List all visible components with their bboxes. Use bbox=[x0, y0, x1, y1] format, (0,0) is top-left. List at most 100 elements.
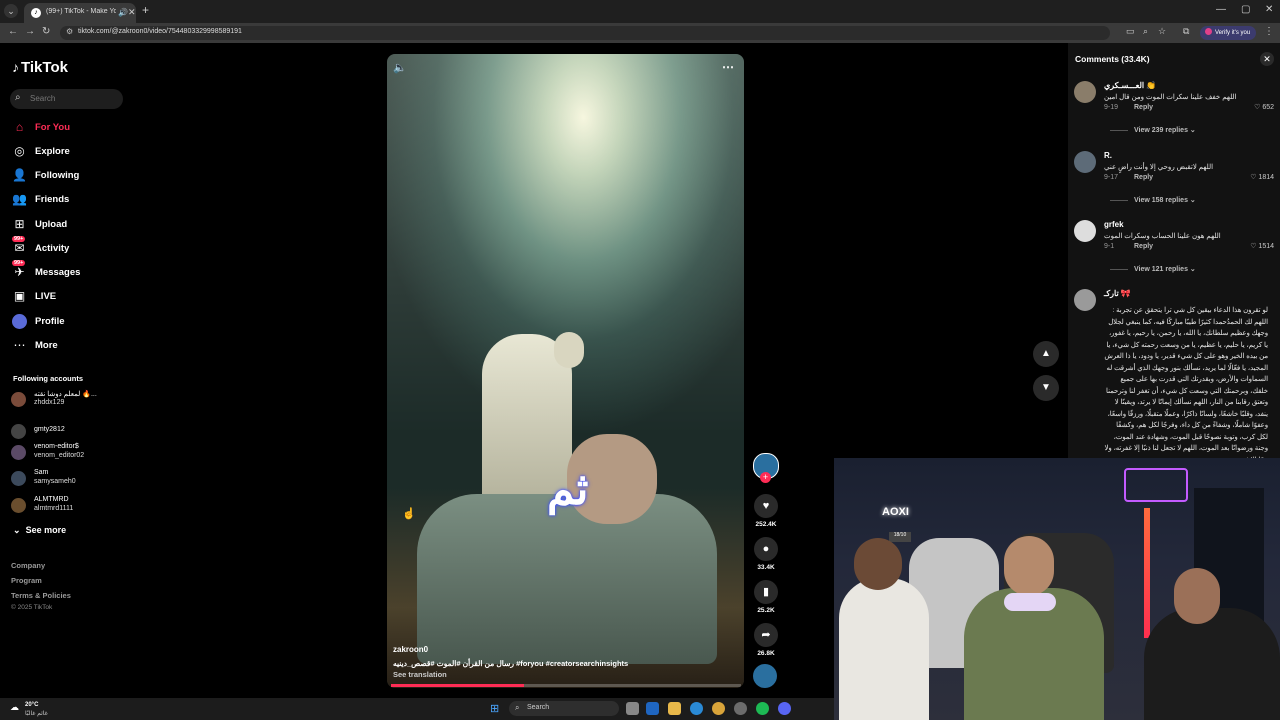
comment-username[interactable]: تاركـ 🎀 bbox=[1104, 289, 1131, 298]
reply-button[interactable]: Reply bbox=[1134, 174, 1153, 181]
zoom-icon[interactable]: ⌕ bbox=[1143, 26, 1148, 37]
tab-close-icon[interactable]: ✕ bbox=[128, 7, 136, 18]
close-icon[interactable]: ✕ bbox=[1260, 52, 1274, 66]
profile-avatar bbox=[12, 314, 27, 329]
view-replies-button[interactable]: View 121 replies ⌄ bbox=[1110, 265, 1196, 273]
avatar bbox=[11, 498, 26, 513]
following-account[interactable]: venom-editor$ venom_editor02 bbox=[11, 442, 141, 464]
video-author[interactable]: zakroon0 bbox=[393, 645, 428, 654]
avatar[interactable] bbox=[1074, 289, 1096, 311]
footer-link-terms[interactable]: Terms & Policies bbox=[11, 591, 71, 600]
nav-live[interactable]: ▣ LIVE bbox=[12, 288, 142, 306]
nav-upload[interactable]: ⊞ Upload bbox=[12, 216, 142, 234]
window-close-icon[interactable]: ✕ bbox=[1265, 4, 1273, 15]
site-info-icon[interactable]: ⚙ bbox=[66, 27, 73, 36]
edge-icon[interactable] bbox=[690, 702, 703, 715]
search-input[interactable]: ⌕ Search bbox=[10, 89, 123, 109]
video-player[interactable]: 🔈 ⋯ ثم zakroon0 رسال من القرأن #الموت #ق… bbox=[387, 54, 744, 688]
nav-following[interactable]: 👤 Following bbox=[12, 167, 142, 185]
view-replies-button[interactable]: View 158 replies ⌄ bbox=[1110, 196, 1196, 204]
previous-video-button[interactable]: ▲ bbox=[1033, 341, 1059, 367]
comment-date: 9-1 bbox=[1104, 243, 1115, 250]
windows-taskbar: ☁ 20°C غائم غالبًا ⊞ ⌕ Search bbox=[0, 698, 834, 720]
reply-button[interactable]: Reply bbox=[1134, 104, 1153, 111]
extensions-icon[interactable]: ⧉ bbox=[1183, 26, 1189, 37]
task-view-icon[interactable] bbox=[626, 702, 639, 715]
volume-icon[interactable]: 🔈 bbox=[393, 61, 407, 74]
video-progress-bar[interactable] bbox=[391, 684, 741, 687]
verify-profile-button[interactable]: Verify it's you bbox=[1200, 26, 1256, 40]
account-handle: zhddx129 bbox=[34, 399, 65, 406]
comment-username[interactable]: العـــسـكري 👏 bbox=[1104, 81, 1156, 90]
tab-list-icon[interactable]: ⌄ bbox=[4, 4, 18, 18]
install-app-icon[interactable]: ▭ bbox=[1126, 26, 1135, 37]
save-button[interactable]: ▮ 25.2K bbox=[752, 580, 780, 614]
outlook-icon[interactable] bbox=[646, 702, 659, 715]
nav-for-you[interactable]: ⌂ For You bbox=[12, 119, 142, 137]
tab-audio-icon[interactable]: 🔊 bbox=[118, 8, 128, 17]
tiktok-logo[interactable]: ♪ TikTok bbox=[12, 59, 68, 76]
nav-label: Explore bbox=[35, 146, 70, 157]
bookmark-star-icon[interactable]: ☆ bbox=[1158, 26, 1166, 37]
view-replies-button[interactable]: View 239 replies ⌄ bbox=[1110, 126, 1196, 134]
minimize-icon[interactable]: — bbox=[1216, 4, 1226, 15]
comment-button[interactable]: ● 33.4K bbox=[752, 537, 780, 571]
comment-like-button[interactable]: ♡ 652 bbox=[1254, 103, 1274, 111]
see-more-button[interactable]: ⌄ See more bbox=[13, 525, 66, 536]
address-bar-row: ← → ↻ ⚙ tiktok.com/@zakroon0/video/75448… bbox=[0, 23, 1280, 43]
reply-button[interactable]: Reply bbox=[1134, 243, 1153, 250]
following-account[interactable]: ALMTMRD almtmrd1111 bbox=[11, 495, 141, 517]
share-button[interactable]: ➦ 26.8K bbox=[752, 623, 780, 657]
comment-like-count: 652 bbox=[1262, 104, 1274, 111]
nav-friends[interactable]: 👥 Friends bbox=[12, 191, 142, 209]
next-video-button[interactable]: ▼ bbox=[1033, 375, 1059, 401]
like-count: 252.4K bbox=[755, 521, 777, 528]
taskbar-search[interactable]: ⌕ Search bbox=[509, 701, 619, 716]
follow-plus-icon[interactable]: + bbox=[760, 472, 771, 483]
comment-text: اللهم هون علينا الحساب وسكرات الموت bbox=[1104, 233, 1221, 240]
start-icon[interactable]: ⊞ bbox=[490, 702, 499, 715]
nav-explore[interactable]: ◎ Explore bbox=[12, 143, 142, 161]
nav-profile[interactable]: Profile bbox=[12, 313, 142, 331]
url-text: tiktok.com/@zakroon0/video/7544803329998… bbox=[78, 28, 242, 35]
reload-icon[interactable]: ↻ bbox=[42, 26, 50, 37]
discord-icon[interactable] bbox=[778, 702, 791, 715]
like-button[interactable]: ♥ 252.4K bbox=[752, 494, 780, 528]
browser-menu-icon[interactable]: ⋮ bbox=[1264, 26, 1274, 37]
nav-messages[interactable]: ✈ 99+ Messages bbox=[12, 260, 142, 282]
comment-like-button[interactable]: ♡ 1514 bbox=[1250, 242, 1274, 250]
nav-label: Messages bbox=[35, 267, 81, 278]
following-account[interactable]: gmty2812 bbox=[11, 421, 141, 443]
nav-more[interactable]: ⋯ More bbox=[12, 337, 142, 355]
see-translation-link[interactable]: See translation bbox=[393, 670, 447, 679]
heart-outline-icon: ♡ bbox=[1250, 174, 1257, 181]
back-icon[interactable]: ← bbox=[8, 26, 18, 37]
following-account[interactable]: Sam samysameh0 bbox=[11, 468, 141, 490]
chrome-icon[interactable] bbox=[712, 702, 725, 715]
music-disc[interactable] bbox=[753, 664, 777, 688]
browser-tab[interactable]: ♪ (99+) TikTok - Make Your D... 🔊 ✕ bbox=[24, 3, 136, 23]
led-sign-figure bbox=[1124, 468, 1188, 502]
footer-link-company[interactable]: Company bbox=[11, 561, 45, 570]
forward-icon[interactable]: → bbox=[25, 26, 35, 37]
video-more-icon[interactable]: ⋯ bbox=[722, 60, 734, 74]
avatar[interactable] bbox=[1074, 81, 1096, 103]
avatar bbox=[11, 392, 26, 407]
spotify-icon[interactable] bbox=[756, 702, 769, 715]
avatar[interactable] bbox=[1074, 151, 1096, 173]
light-bar-figure bbox=[1144, 508, 1150, 638]
new-tab-button[interactable]: + bbox=[142, 3, 149, 17]
comment-username[interactable]: R. bbox=[1104, 151, 1112, 160]
url-field[interactable]: ⚙ tiktok.com/@zakroon0/video/75448033299… bbox=[60, 26, 1110, 40]
nav-activity[interactable]: ✉ 99+ Activity bbox=[12, 236, 142, 258]
nav-label: More bbox=[35, 340, 58, 351]
chevron-down-icon: ⌄ bbox=[1189, 197, 1196, 204]
settings-icon[interactable] bbox=[734, 702, 747, 715]
avatar[interactable] bbox=[1074, 220, 1096, 242]
comment-username[interactable]: grfek bbox=[1104, 220, 1124, 229]
file-explorer-icon[interactable] bbox=[668, 702, 681, 715]
footer-link-program[interactable]: Program bbox=[11, 576, 42, 585]
maximize-icon[interactable]: ▢ bbox=[1241, 4, 1250, 15]
following-account[interactable]: لمعلم دوشا نقته 🔥... zhddx129 bbox=[11, 389, 141, 411]
comment-like-button[interactable]: ♡ 1814 bbox=[1250, 173, 1274, 181]
